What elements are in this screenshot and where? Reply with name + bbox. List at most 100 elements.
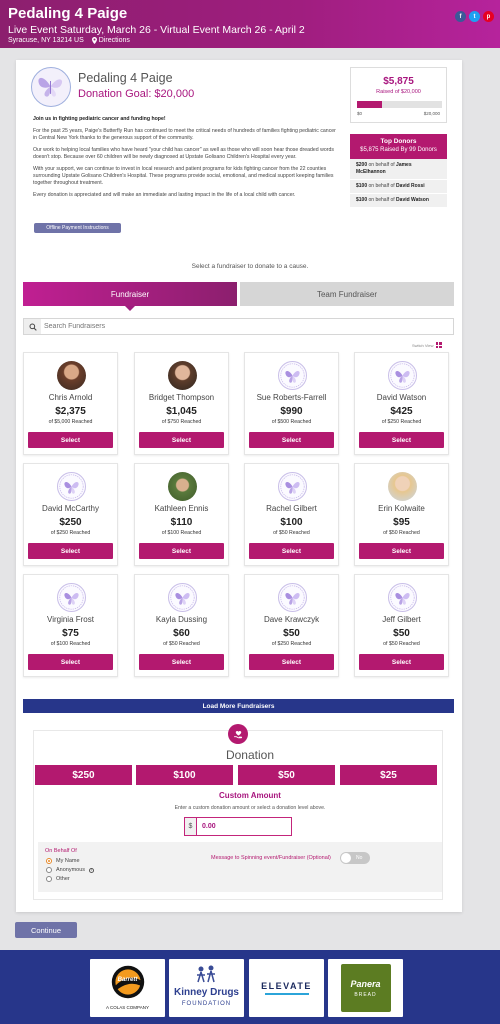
select-fundraiser-button[interactable]: Select	[359, 543, 444, 559]
fundraiser-name: Bridget Thompson	[148, 393, 215, 402]
fundraiser-search	[23, 318, 454, 335]
sponsor-elevate[interactable]: ELEVATE	[249, 959, 324, 1017]
select-fundraiser-button[interactable]: Select	[249, 654, 334, 670]
fundraiser-goal: of $250 Reached	[50, 530, 91, 536]
select-fundraiser-button[interactable]: Select	[249, 432, 334, 448]
amount-button-250[interactable]: $250	[35, 765, 132, 785]
radio-unselected[interactable]	[46, 867, 52, 873]
progress-min: $0	[357, 111, 363, 116]
fundraiser-name: Rachel Gilbert	[266, 504, 317, 513]
fundraiser-prompt: Select a fundraiser to donate to a cause…	[191, 263, 309, 270]
story-paragraph: With your support, we can continue to in…	[33, 166, 334, 186]
fundraiser-photo-avatar	[57, 361, 86, 390]
directions-label: Directions	[98, 37, 130, 44]
event-address: Syracuse, NY 13214 US	[8, 37, 84, 44]
fundraiser-amount: $425	[390, 406, 413, 417]
message-label: Message to Spinning event/Fundraiser (Op…	[211, 855, 331, 861]
sponsor-barrett[interactable]: Barrett A COLAS COMPANY	[90, 959, 165, 1017]
fundraiser-goal: of $50 Reached	[163, 641, 200, 647]
donor-amount: $200	[356, 162, 368, 168]
select-fundraiser-button[interactable]: Select	[359, 654, 444, 670]
custom-amount-input[interactable]: 0.00	[196, 817, 292, 836]
donation-hand-icon	[228, 724, 248, 744]
event-location-row: Syracuse, NY 13214 US Directions	[8, 37, 130, 44]
top-donors-title: Top Donors	[380, 138, 417, 145]
radio-other[interactable]: Other	[46, 876, 70, 882]
search-icon[interactable]	[24, 319, 41, 334]
amount-button-100[interactable]: $100	[136, 765, 233, 785]
switch-view-label: Switch View	[412, 342, 434, 348]
info-icon[interactable]: i	[89, 867, 95, 873]
sponsor-kinney-drugs[interactable]: Kinney Drugs FOUNDATION	[169, 959, 244, 1017]
top-donors: Top Donors $5,875 Raised By 99 Donors $2…	[350, 134, 447, 208]
continue-button[interactable]: Continue	[15, 922, 77, 938]
custom-amount-title: Custom Amount	[219, 791, 281, 800]
on-behalf-panel	[38, 842, 442, 892]
amount-button-50[interactable]: $50	[238, 765, 335, 785]
radio-unselected[interactable]	[46, 876, 52, 882]
donor-amount: $100	[356, 183, 368, 189]
sponsor-panera[interactable]: Panera BREAD	[328, 959, 403, 1017]
twitter-icon[interactable]: t	[469, 11, 480, 22]
panera-bread: BREAD	[354, 992, 377, 998]
fundraiser-card: Erin Kolwaite $95 of $50 Reached Select	[354, 463, 449, 566]
fundraiser-photo-avatar	[168, 472, 197, 501]
fundraiser-name: Erin Kolwaite	[378, 504, 425, 513]
radio-label: Anonymous	[56, 867, 86, 873]
butterfly-logo-icon	[38, 77, 63, 97]
radio-anonymous[interactable]: Anonymous i	[46, 867, 95, 873]
switch-view[interactable]: Switch View	[412, 342, 442, 348]
donor-name: David Rossi	[396, 183, 425, 189]
kinney-foundation: FOUNDATION	[181, 1001, 232, 1007]
radio-selected[interactable]	[46, 858, 52, 864]
amount-button-25[interactable]: $25	[340, 765, 437, 785]
currency-symbol: $	[184, 817, 196, 836]
fundraiser-photo-avatar	[168, 361, 197, 390]
elevate-name: ELEVATE	[261, 981, 312, 991]
kinney-name: Kinney Drugs	[173, 987, 239, 998]
fundraiser-amount: $110	[170, 517, 193, 528]
fundraiser-amount: $75	[62, 628, 79, 639]
fundraiser-card: Jeff Gilbert $50 of $50 Reached Select	[354, 574, 449, 677]
radio-my-name[interactable]: My Name	[46, 858, 80, 864]
event-header: Pedaling 4 Paige Live Event Saturday, Ma…	[0, 0, 500, 48]
select-fundraiser-button[interactable]: Select	[28, 543, 113, 559]
directions-link[interactable]: Directions	[91, 37, 130, 44]
donor-on-behalf: on behalf of	[367, 197, 397, 203]
fundraiser-amount: $990	[280, 406, 303, 417]
fundraiser-card: David McCarthy $250 of $250 Reached Select	[23, 463, 118, 566]
fundraiser-goal: of $250 Reached	[381, 419, 422, 425]
fundraiser-amount: $2,375	[55, 406, 86, 417]
facebook-icon[interactable]: f	[455, 11, 466, 22]
pinterest-icon[interactable]: p	[483, 11, 494, 22]
donation-title: Donation	[225, 748, 275, 762]
select-fundraiser-button[interactable]: Select	[249, 543, 334, 559]
offline-payment-button[interactable]: Offline Payment Instructions	[34, 223, 121, 233]
story-paragraph: Our work to helping local families who h…	[33, 147, 334, 160]
select-fundraiser-button[interactable]: Select	[139, 432, 224, 448]
select-fundraiser-button[interactable]: Select	[139, 543, 224, 559]
story-paragraph: Every donation is appreciated and will m…	[33, 192, 296, 198]
load-more-button[interactable]: Load More Fundraisers	[23, 699, 454, 713]
search-input[interactable]	[44, 321, 444, 332]
select-fundraiser-button[interactable]: Select	[28, 432, 113, 448]
donor-on-behalf: on behalf of	[367, 183, 397, 189]
fundraiser-card: Virginia Frost $75 of $100 Reached Select	[23, 574, 118, 677]
tab-team-fundraiser[interactable]: Team Fundraiser	[240, 282, 454, 306]
fundraiser-logo-avatar	[278, 361, 307, 390]
donor-on-behalf: on behalf of	[367, 162, 397, 168]
fundraiser-name: Virginia Frost	[47, 615, 94, 624]
progress-bar	[357, 101, 442, 108]
grid-view-icon[interactable]	[435, 342, 442, 348]
fundraiser-amount: $50	[283, 628, 300, 639]
select-fundraiser-button[interactable]: Select	[139, 654, 224, 670]
message-toggle[interactable]: No	[340, 852, 370, 864]
select-fundraiser-button[interactable]: Select	[28, 654, 113, 670]
fundraiser-logo-avatar	[388, 583, 417, 612]
select-fundraiser-button[interactable]: Select	[359, 432, 444, 448]
tab-fundraiser[interactable]: Fundraiser	[23, 282, 237, 306]
barrett-mark: Barrett	[117, 977, 138, 983]
fundraiser-goal: of $50 Reached	[383, 530, 420, 536]
toggle-knob	[341, 853, 351, 863]
barrett-tagline: A COLAS COMPANY	[106, 1005, 149, 1010]
